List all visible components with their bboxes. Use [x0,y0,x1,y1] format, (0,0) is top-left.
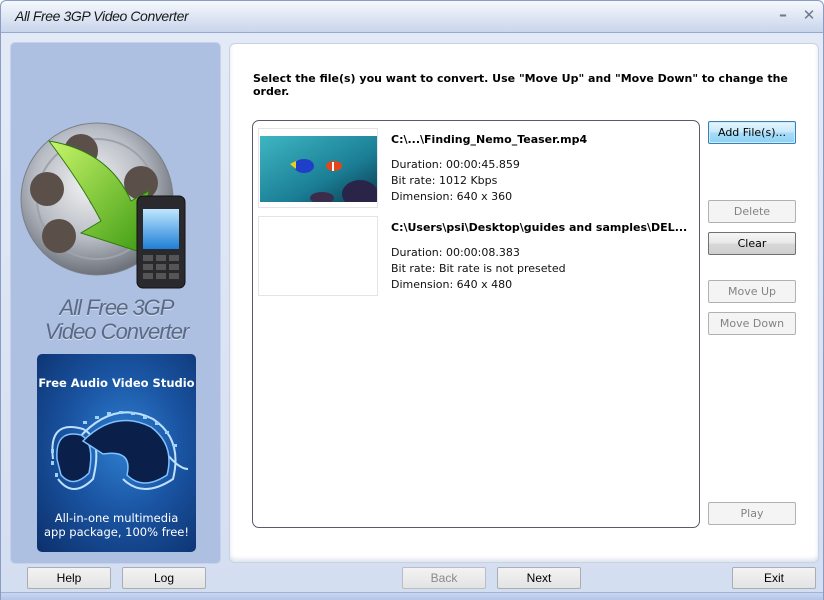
sidebar: All Free 3GP Video Converter Free Audio … [10,42,221,564]
clear-button[interactable]: Clear [708,232,796,255]
file-list[interactable]: C:\...\Finding_Nemo_Teaser.mp4 Duration:… [252,120,700,528]
app-window: All Free 3GP Video Converter – ✕ All Fre… [0,0,824,600]
back-button[interactable]: Back [402,567,486,589]
promo-subtitle: All-in-one multimedia app package, 100% … [37,511,196,539]
next-button[interactable]: Next [497,567,581,589]
main-panel: Select the file(s) you want to convert. … [229,43,819,563]
minimize-icon[interactable]: – [773,5,793,25]
file-bitrate: Bit rate: 1012 Kbps [391,174,498,187]
file-list-item[interactable]: C:\Users\psi\Desktop\guides and samples\… [258,216,698,298]
move-up-button[interactable]: Move Up [708,280,796,303]
add-files-button[interactable]: Add File(s)... [708,121,796,144]
promo-title: Free Audio Video Studio [38,376,195,390]
promo-subtitle-line1: All-in-one multimedia [54,511,179,525]
exit-button[interactable]: Exit [732,567,816,589]
play-button[interactable]: Play [708,502,796,525]
logo-title-line1: All Free 3GP [59,295,175,320]
underwater-fish-thumbnail [258,128,378,208]
bottom-frame [1,592,823,600]
logo-title-line2: Video Converter [44,319,190,344]
close-icon[interactable]: ✕ [799,5,819,25]
log-button[interactable]: Log [122,567,206,589]
window-title: All Free 3GP Video Converter [15,8,189,24]
film-strip-icon [43,399,193,504]
file-duration: Duration: 00:00:08.383 [391,246,520,259]
help-button[interactable]: Help [27,567,111,589]
file-bitrate: Bit rate: Bit rate is not preseted [391,262,566,275]
delete-button[interactable]: Delete [708,200,796,223]
file-name: C:\Users\psi\Desktop\guides and samples\… [391,221,688,234]
file-list-item[interactable]: C:\...\Finding_Nemo_Teaser.mp4 Duration:… [258,128,698,210]
move-down-button[interactable]: Move Down [708,312,796,335]
file-dimension: Dimension: 640 x 480 [391,278,513,291]
title-bar[interactable]: All Free 3GP Video Converter – ✕ [1,1,823,33]
promo-banner[interactable]: Free Audio Video Studio All-in-one multi… [37,354,196,552]
file-duration: Duration: 00:00:45.859 [391,158,520,171]
instruction-text: Select the file(s) you want to convert. … [253,72,788,98]
app-logo-icon [19,121,199,291]
file-dimension: Dimension: 640 x 360 [391,190,513,203]
promo-subtitle-line2: app package, 100% free! [44,525,189,539]
file-name: C:\...\Finding_Nemo_Teaser.mp4 [391,133,588,146]
blank-thumbnail [258,216,378,296]
